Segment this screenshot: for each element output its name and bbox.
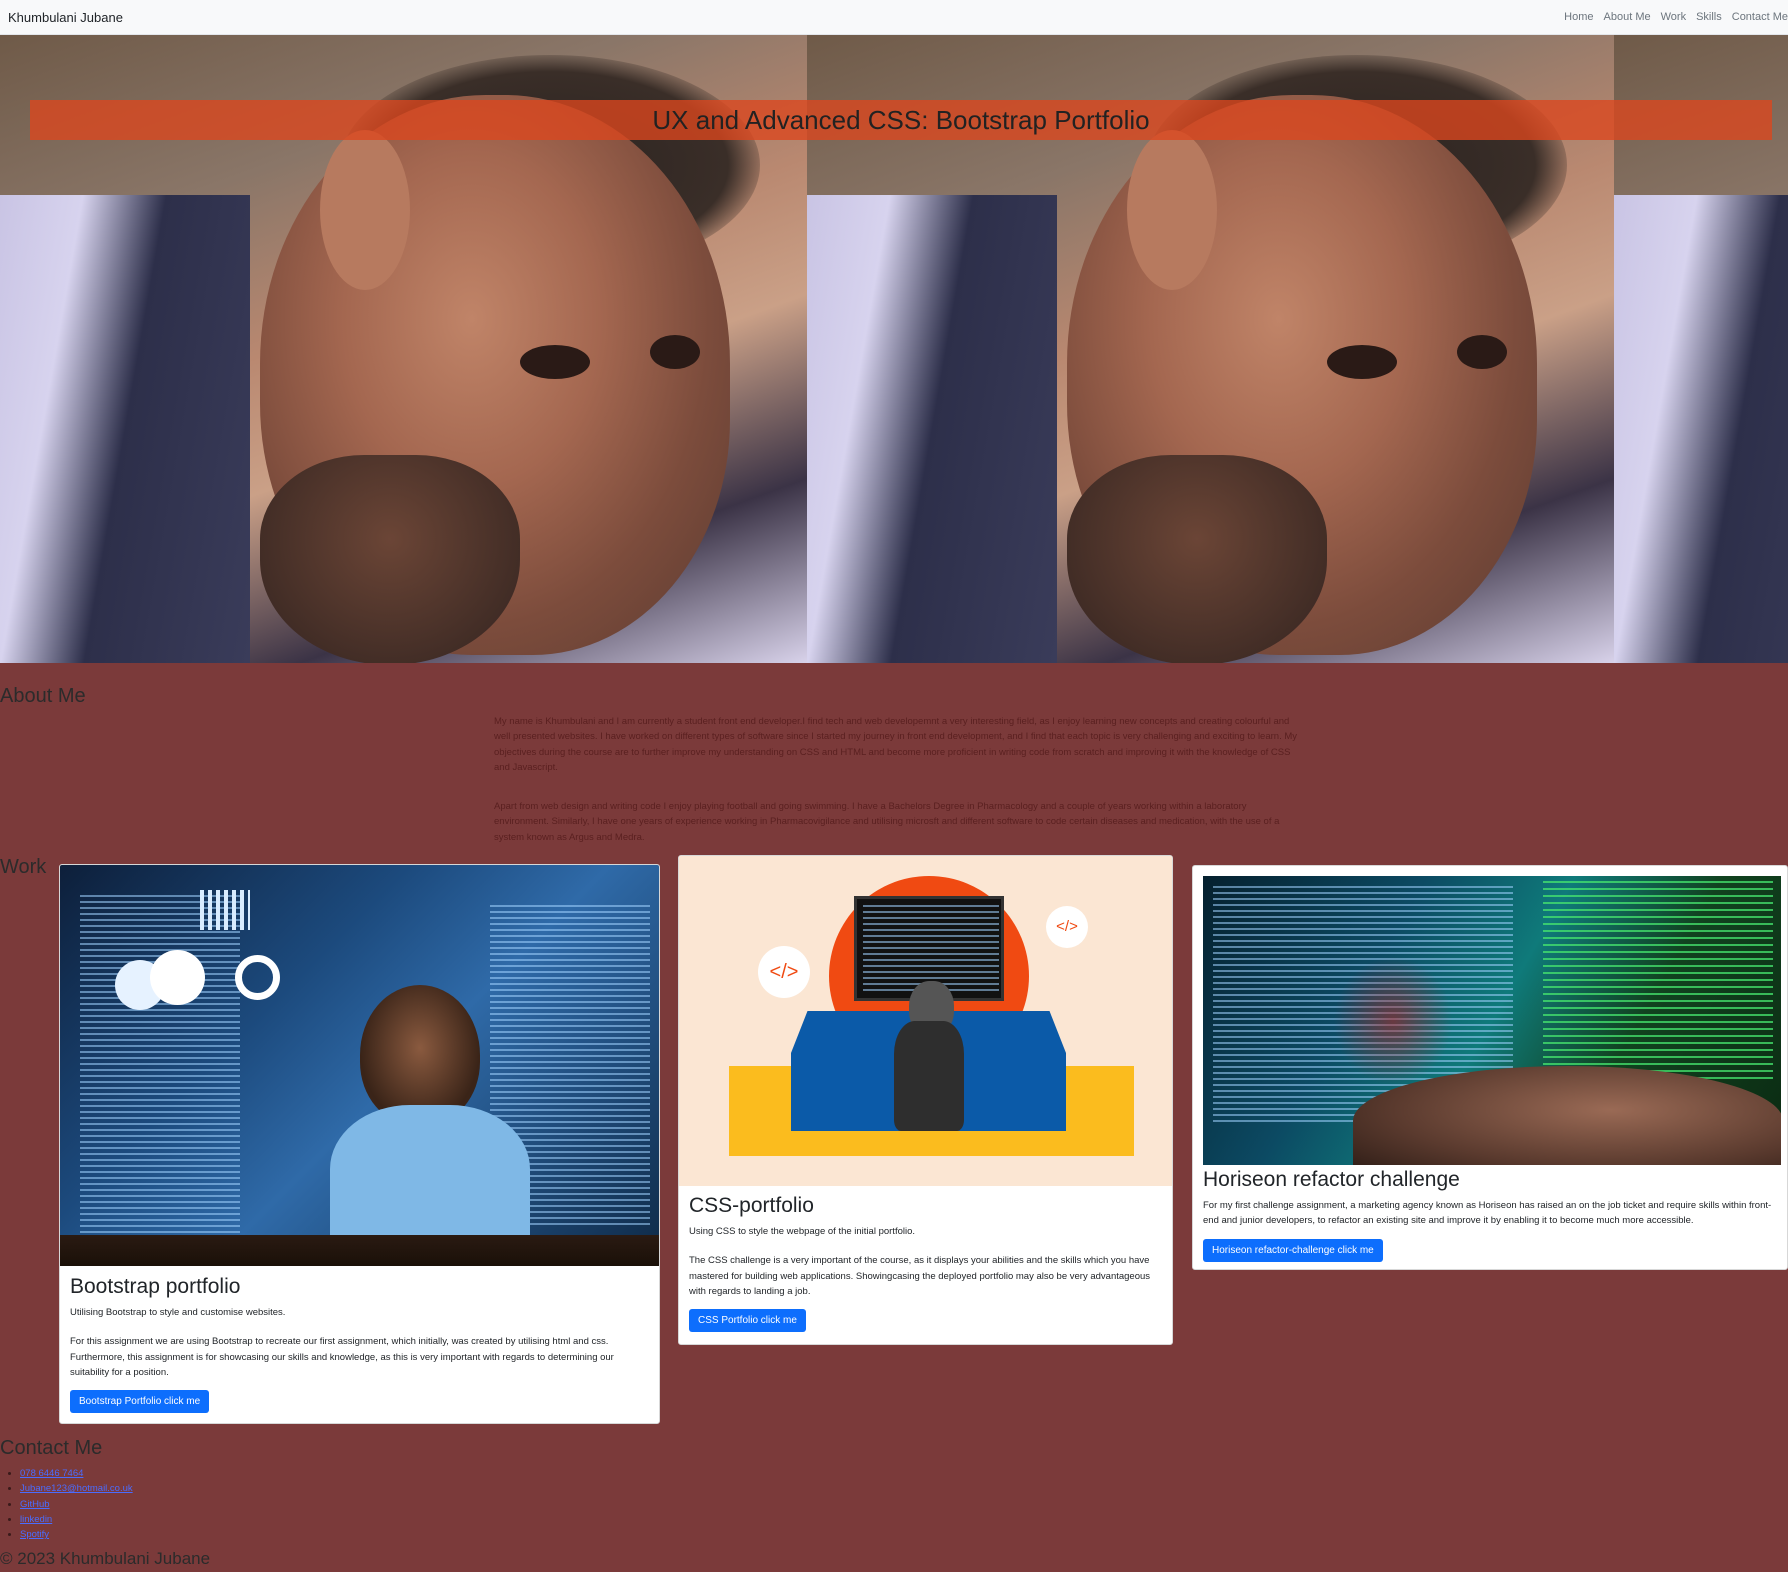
css-portfolio-button[interactable]: CSS Portfolio click me	[689, 1309, 806, 1333]
hero-banner: UX and Advanced CSS: Bootstrap Portfolio	[30, 100, 1772, 140]
card-body: Horiseon refactor challenge For my first…	[1203, 1168, 1777, 1262]
nav-link-about[interactable]: About Me	[1604, 11, 1651, 23]
card-title: Horiseon refactor challenge	[1203, 1168, 1460, 1191]
card-title: CSS-portfolio	[689, 1194, 814, 1217]
phone-link[interactable]: 078 6446 7464	[20, 1468, 83, 1479]
project-card-css: </> </> CSS-portfolio Using CSS to style…	[678, 855, 1173, 1345]
nav-link-work[interactable]: Work	[1661, 11, 1686, 23]
card-subtitle: Using CSS to style the webpage of the in…	[689, 1226, 916, 1237]
card-text: For this assignment we are using Bootstr…	[70, 1336, 614, 1378]
list-item: linkedin	[20, 1512, 133, 1527]
spotify-link[interactable]: Spotify	[20, 1529, 49, 1540]
project-image-css: </> </>	[679, 856, 1172, 1186]
project-card-horiseon: Horiseon refactor challenge For my first…	[1192, 865, 1788, 1270]
hero-section: UX and Advanced CSS: Bootstrap Portfolio	[0, 35, 1788, 663]
list-item: 078 6446 7464	[20, 1466, 133, 1481]
about-paragraph: My name is Khumbulani and I am currently…	[494, 716, 1298, 773]
nav-links: Home About Me Work Skills Contact Me	[1564, 11, 1788, 23]
linkedin-link[interactable]: linkedin	[20, 1514, 52, 1525]
page-title: UX and Advanced CSS: Bootstrap Portfolio	[652, 105, 1150, 135]
bootstrap-portfolio-button[interactable]: Bootstrap Portfolio click me	[70, 1390, 210, 1414]
nav-link-home[interactable]: Home	[1564, 11, 1593, 23]
project-image-horiseon	[1203, 876, 1781, 1165]
footer-copyright: © 2023 Khumbulani Jubane	[0, 1549, 211, 1568]
email-link[interactable]: Jubane123@hotmail.co.uk	[20, 1483, 133, 1494]
nav-link-contact[interactable]: Contact Me	[1732, 11, 1788, 23]
about-heading: About Me	[0, 685, 86, 707]
card-title: Bootstrap portfolio	[70, 1275, 241, 1298]
nav-link-skills[interactable]: Skills	[1696, 11, 1722, 23]
work-heading: Work	[0, 856, 47, 878]
card-text: The CSS challenge is a very important of…	[689, 1255, 1151, 1297]
code-icon: </>	[758, 946, 810, 998]
contact-list: 078 6446 7464 Jubane123@hotmail.co.uk Gi…	[8, 1466, 133, 1542]
project-card-bootstrap: Bootstrap portfolio Utilising Bootstrap …	[59, 864, 660, 1424]
card-body: Bootstrap portfolio Utilising Bootstrap …	[70, 1275, 649, 1414]
code-icon: </>	[1046, 906, 1088, 948]
list-item: Spotify	[20, 1527, 133, 1542]
about-paragraph: Apart from web design and writing code I…	[494, 801, 1280, 843]
card-body: CSS-portfolio Using CSS to style the web…	[689, 1194, 1162, 1333]
brand-name[interactable]: Khumbulani Jubane	[8, 10, 123, 25]
horiseon-refactor-button[interactable]: Horiseon refactor-challenge click me	[1203, 1238, 1383, 1262]
navbar: Khumbulani Jubane Home About Me Work Ski…	[0, 0, 1788, 35]
list-item: GitHub	[20, 1497, 133, 1512]
github-link[interactable]: GitHub	[20, 1499, 50, 1510]
card-text: For my first challenge assignment, a mar…	[1203, 1200, 1772, 1227]
project-image-bootstrap	[60, 865, 659, 1266]
list-item: Jubane123@hotmail.co.uk	[20, 1481, 133, 1496]
card-subtitle: Utilising Bootstrap to style and customi…	[70, 1307, 286, 1318]
contact-heading: Contact Me	[0, 1437, 103, 1459]
about-text: My name is Khumbulani and I am currently…	[494, 714, 1300, 845]
